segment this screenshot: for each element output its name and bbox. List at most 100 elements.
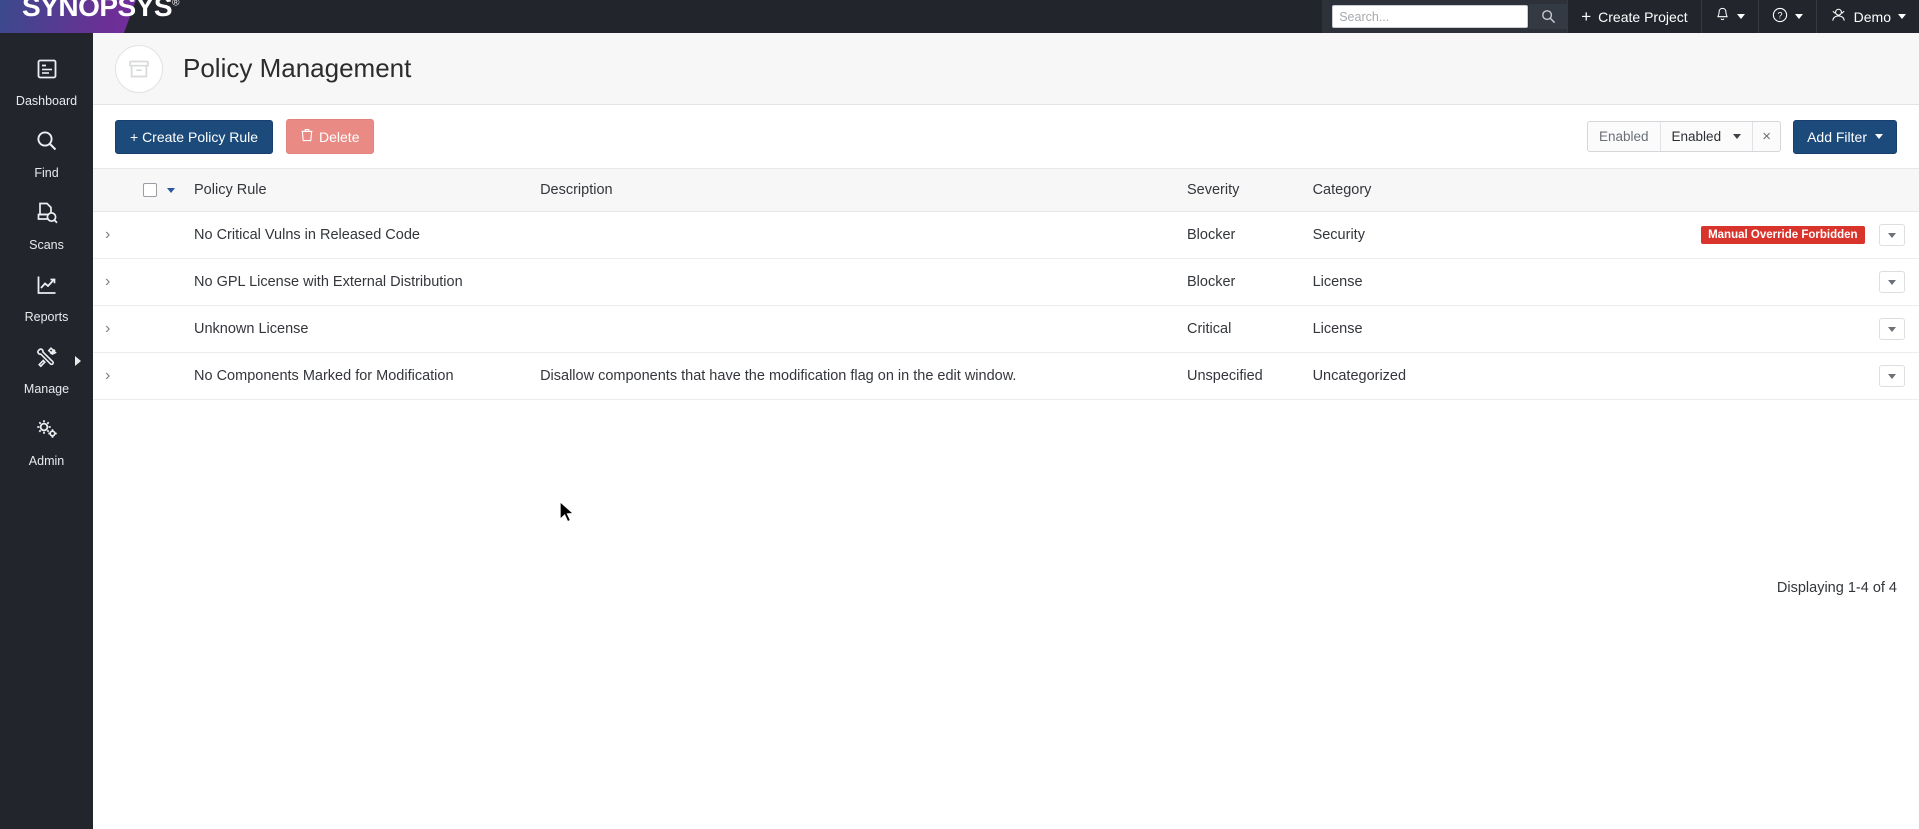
row-actions-button[interactable] <box>1878 271 1905 293</box>
cell-badge <box>1624 259 1864 306</box>
row-actions-button[interactable] <box>1878 318 1905 340</box>
sidebar-item-admin[interactable]: Admin <box>0 405 93 477</box>
select-all-checkbox[interactable] <box>142 183 157 198</box>
chevron-down-icon <box>1887 373 1896 379</box>
brand-logo[interactable]: SYNOPSYS® <box>0 0 195 33</box>
top-bar: SYNOPSYS® + Create Project ? <box>0 0 1919 33</box>
sidebar-item-reports[interactable]: Reports <box>0 261 93 333</box>
header-select-all[interactable] <box>142 169 194 212</box>
delete-button[interactable]: Delete <box>286 119 375 154</box>
cell-row-menu[interactable] <box>1865 353 1919 400</box>
filter-chip-value-dropdown[interactable]: Enabled <box>1659 122 1753 151</box>
header-severity[interactable]: Severity <box>1187 169 1313 212</box>
global-search <box>1322 0 1568 33</box>
chevron-down-icon <box>1733 134 1742 139</box>
sidebar: Dashboard Find Scans Reports Manage Admi… <box>0 33 93 829</box>
row-expand-toggle[interactable]: › <box>93 306 143 353</box>
header-badge <box>1624 169 1864 212</box>
plus-icon: + <box>1581 6 1592 26</box>
bell-icon <box>1715 7 1730 26</box>
row-expand-toggle[interactable]: › <box>93 212 143 259</box>
cell-badge <box>1624 306 1864 353</box>
user-menu-label: Demo <box>1853 8 1891 25</box>
add-filter-label: Add Filter <box>1807 128 1867 145</box>
brand-logo-text: SYNOPSYS® <box>22 0 179 22</box>
chevron-down-icon <box>1887 232 1896 238</box>
policy-rules-table: Policy Rule Description Severity Categor… <box>93 168 1919 596</box>
cell-row-menu[interactable] <box>1865 259 1919 306</box>
create-policy-rule-button[interactable]: + Create Policy Rule <box>115 119 274 154</box>
create-project-label: Create Project <box>1598 8 1688 25</box>
cell-policy-rule: No Components Marked for Modification <box>194 368 454 384</box>
chevron-down-icon <box>1736 14 1745 19</box>
search-input[interactable] <box>1332 5 1529 28</box>
cell-policy-rule: Unknown License <box>194 321 309 337</box>
dashboard-icon <box>34 56 60 87</box>
search-icon[interactable] <box>1529 4 1568 29</box>
status-badge: Manual Override Forbidden <box>1701 226 1865 244</box>
add-filter-button[interactable]: Add Filter <box>1793 119 1897 154</box>
user-icon <box>1830 7 1847 26</box>
row-checkbox-cell[interactable] <box>143 353 194 400</box>
header-policy-rule[interactable]: Policy Rule <box>194 169 540 212</box>
row-checkbox-cell[interactable] <box>143 306 194 353</box>
toolbar: + Create Policy Rule Delete Enabled Enab… <box>93 105 1919 168</box>
create-project-button[interactable]: + Create Project <box>1567 0 1700 33</box>
sidebar-item-label: Reports <box>24 310 69 324</box>
sidebar-item-label: Find <box>34 166 59 180</box>
search-icon <box>34 128 60 159</box>
table-row[interactable]: › No GPL License with External Distribut… <box>93 258 1919 306</box>
page-header: Policy Management <box>93 33 1919 105</box>
cell-severity: Blocker <box>1186 227 1236 243</box>
sidebar-item-find[interactable]: Find <box>0 117 93 189</box>
row-actions-button[interactable] <box>1878 365 1905 387</box>
cell-description: Disallow components that have the modifi… <box>540 368 1017 384</box>
chevron-right-icon[interactable]: › <box>93 273 110 290</box>
filter-chip-value: Enabled <box>1671 129 1722 144</box>
cell-policy-rule: No GPL License with External Distributio… <box>194 274 463 290</box>
row-checkbox-cell[interactable] <box>143 259 194 306</box>
sidebar-item-label: Manage <box>23 382 70 396</box>
cell-policy-rule: No Critical Vulns in Released Code <box>194 227 420 243</box>
cell-badge <box>1624 353 1864 400</box>
header-description[interactable]: Description <box>540 169 1187 212</box>
chevron-right-icon[interactable]: › <box>93 226 110 243</box>
chevron-right-icon[interactable]: › <box>93 367 110 384</box>
gears-icon <box>34 416 60 447</box>
chevron-down-icon <box>1875 134 1883 139</box>
cell-category: Uncategorized <box>1312 368 1407 384</box>
row-expand-toggle[interactable]: › <box>93 259 143 306</box>
header-category[interactable]: Category <box>1313 169 1625 212</box>
notifications-menu[interactable] <box>1700 0 1758 33</box>
row-actions-button[interactable] <box>1878 224 1905 246</box>
table-row[interactable]: › No Critical Vulns in Released Code Blo… <box>93 211 1919 259</box>
delete-label: Delete <box>319 128 360 145</box>
chart-line-icon <box>34 272 60 303</box>
cell-severity: Unspecified <box>1186 368 1263 384</box>
row-checkbox-cell[interactable] <box>143 212 194 259</box>
table-row[interactable]: › No Components Marked for Modification … <box>93 352 1919 400</box>
mouse-cursor <box>558 500 578 531</box>
cell-row-menu[interactable] <box>1865 306 1919 353</box>
user-menu[interactable]: Demo <box>1815 0 1919 33</box>
sidebar-item-manage[interactable]: Manage <box>0 333 93 405</box>
cell-severity: Critical <box>1186 321 1232 337</box>
sidebar-item-label: Dashboard <box>15 94 78 108</box>
cell-row-menu[interactable] <box>1865 212 1919 259</box>
filter-chip-key: Enabled <box>1598 129 1649 144</box>
row-expand-toggle[interactable]: › <box>93 353 143 400</box>
chevron-down-icon <box>1887 326 1896 332</box>
help-menu[interactable]: ? <box>1757 0 1816 33</box>
sidebar-item-scans[interactable]: Scans <box>0 189 93 261</box>
table-row[interactable]: › Unknown License Critical License <box>93 305 1919 353</box>
chevron-down-icon <box>1898 14 1906 19</box>
tools-icon <box>34 344 60 375</box>
filter-chip-remove-button[interactable]: × <box>1752 122 1780 151</box>
question-circle-icon: ? <box>1772 7 1788 26</box>
sidebar-item-dashboard[interactable]: Dashboard <box>0 45 93 117</box>
filter-chip-enabled[interactable]: Enabled Enabled × <box>1586 121 1782 152</box>
chevron-right-icon[interactable]: › <box>93 320 110 337</box>
chevron-down-icon[interactable] <box>166 187 175 193</box>
archive-box-icon <box>115 44 163 93</box>
cell-category: License <box>1312 321 1363 337</box>
